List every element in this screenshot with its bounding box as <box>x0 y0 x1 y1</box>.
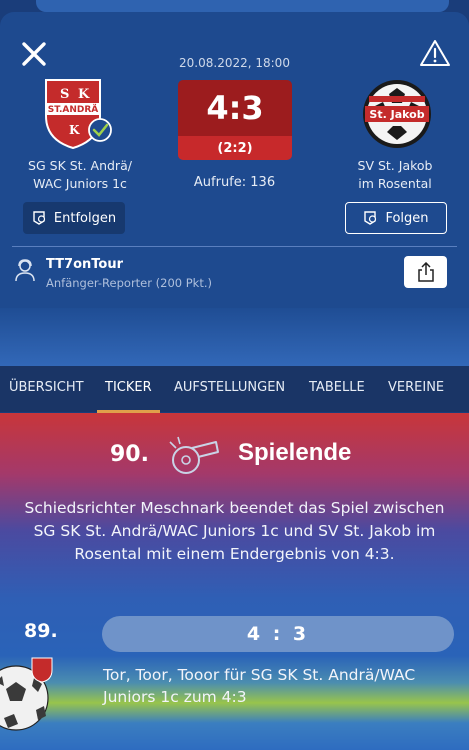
unfollow-button[interactable]: Entfolgen <box>23 202 125 234</box>
reporter-level: Anfänger-Reporter (200 Pkt.) <box>46 276 212 290</box>
svg-text:S: S <box>60 87 69 102</box>
event-minute: 89. <box>24 620 58 642</box>
tab-lineups[interactable]: AUFSTELLUNGEN <box>174 380 285 395</box>
away-team-crest[interactable]: St. Jakob <box>357 76 437 152</box>
svg-text:ST.ANDRÄ: ST.ANDRÄ <box>48 104 99 115</box>
whistle-icon <box>169 436 219 474</box>
follow-button[interactable]: Folgen <box>345 202 447 234</box>
event-text: Tor, Toor, Tooor für SG SK St. Andrä/WAC… <box>103 666 416 706</box>
share-icon <box>417 262 434 282</box>
bell-icon <box>33 211 46 225</box>
football-icon <box>0 657 53 731</box>
tab-overview[interactable]: ÜBERSICHT <box>9 380 84 395</box>
tab-ticker[interactable]: TICKER <box>105 380 152 395</box>
match-date: 20.08.2022, 18:00 <box>179 56 290 70</box>
final-score: 4:3 <box>178 80 292 136</box>
svg-text:St. Jakob: St. Jakob <box>369 108 424 121</box>
bell-icon <box>364 211 377 225</box>
tab-bar: ÜBERSICHT TICKER AUFSTELLUNGEN TABELLE V… <box>0 366 469 412</box>
halftime-score: (2:2) <box>178 136 292 160</box>
tab-table[interactable]: TABELLE <box>309 380 365 395</box>
reporter-name[interactable]: TT7onTour <box>46 257 123 272</box>
event-text: Schiedsrichter Meschnark beendet das Spi… <box>24 499 445 563</box>
background-card <box>36 0 449 12</box>
score-box: 4:3 (2:2) <box>178 80 292 160</box>
tab-clubs[interactable]: VEREINE <box>388 380 444 395</box>
goal-score-pill: 4 : 3 <box>102 616 454 652</box>
home-team-crest[interactable]: ST.ANDRÄ S K K <box>38 76 118 152</box>
header-gradient <box>0 308 469 366</box>
reporter-icon <box>15 259 35 282</box>
share-button[interactable] <box>404 256 447 288</box>
divider <box>12 246 457 247</box>
svg-text:K: K <box>69 123 80 137</box>
away-team-name: SV St. Jakob im Rosental <box>357 158 433 191</box>
event-title: Spielende <box>238 439 352 466</box>
svg-text:K: K <box>78 87 90 102</box>
event-minute: 90. <box>110 442 149 467</box>
